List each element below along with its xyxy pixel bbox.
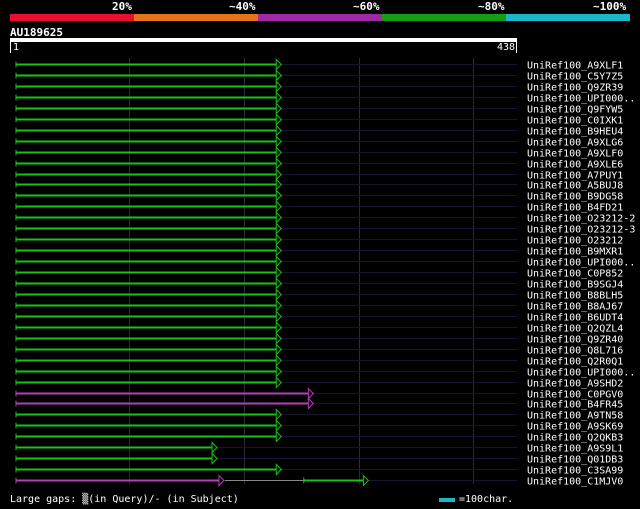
hit-end-arrow (275, 354, 282, 367)
hit-end-arrow (275, 430, 282, 443)
hit-end-arrow (307, 397, 315, 410)
hit-label: UniRef100_A9SHD2 (527, 379, 623, 390)
hit-alignment-panel: UniRef100_A9XLF1UniRef100_C5Y7Z5UniRef10… (15, 58, 635, 488)
hit-label: UniRef100_A5BUJ8 (527, 181, 623, 192)
hit-label: UniRef100_A9XLF0 (527, 149, 623, 160)
hit-end-arrow (275, 58, 282, 71)
hit-end-arrow (275, 146, 282, 159)
hit-end-arrow (275, 244, 282, 257)
hit-end-arrow (275, 124, 282, 137)
scale-label: =100char. (459, 494, 514, 505)
hit-end-arrow (275, 376, 282, 389)
hit-end-arrow (275, 408, 282, 421)
hit-label: UniRef100_B6UDT4 (527, 313, 623, 324)
hit-label: UniRef100_A9S9L1 (527, 444, 623, 455)
hit-end-arrow (275, 310, 282, 323)
hit-label: UniRef100_C3SA99 (527, 466, 623, 477)
hit-label: UniRef100_C0P852 (527, 269, 623, 280)
hit-label: UniRef100_B9SGJ4 (527, 280, 623, 291)
hit-label: UniRef100_B8AJ67 (527, 302, 623, 313)
hit-end-arrow (275, 299, 282, 312)
large-gaps-legend: Large gaps: ▒(in Query)/- (in Subject) (10, 494, 239, 505)
hit-end-arrow (275, 113, 282, 126)
hit-end-arrow (307, 387, 315, 400)
hit-label: UniRef100_Q2QZL4 (527, 324, 623, 335)
scale-bar (439, 498, 455, 502)
hit-end-arrow (275, 321, 282, 334)
hit-label: UniRef100_B9MXR1 (527, 247, 623, 258)
hit-label: UniRef100_C1MJV0 (527, 477, 623, 488)
hit-end-arrow (275, 80, 282, 93)
hit-label: UniRef100_UPI000.. (527, 368, 635, 379)
hit-label: UniRef100_Q2R0Q1 (527, 357, 623, 368)
hit-label: UniRef100_UPI000.. (527, 258, 635, 269)
hit-label: UniRef100_Q01DB3 (527, 455, 623, 466)
hit-end-arrow (275, 288, 282, 301)
hit-label: UniRef100_Q2QKB3 (527, 433, 623, 444)
hit-end-arrow (275, 332, 282, 345)
hit-end-arrow (275, 157, 282, 170)
hit-end-arrow (275, 168, 282, 181)
hit-end-arrow (218, 474, 225, 487)
hit-end-arrow (275, 463, 282, 476)
hit-label: UniRef100_Q9FYW5 (527, 105, 623, 116)
hit-end-arrow (275, 222, 282, 235)
hit-label: UniRef100_B9HEU4 (527, 127, 623, 138)
hit-end-arrow (275, 200, 282, 213)
hit-label: UniRef100_A9XLG6 (527, 138, 623, 149)
hit-end-arrow (275, 211, 282, 224)
hit-label: UniRef100_O23212 (527, 236, 623, 247)
hit-label: UniRef100_B8BLH5 (527, 291, 623, 302)
hit-end-arrow (211, 452, 218, 465)
hit-end-arrow (275, 266, 282, 279)
hit-label: UniRef100_O23212-2 (527, 214, 635, 225)
hit-label: UniRef100_A9XLE6 (527, 160, 623, 171)
hit-label: UniRef100_A9TN58 (527, 411, 623, 422)
hit-label: UniRef100_B4FR45 (527, 400, 623, 411)
hit-end-arrow (275, 178, 282, 191)
hit-label: UniRef100_A9XLF1 (527, 61, 623, 72)
hit-end-arrow (275, 189, 282, 202)
hit-label: UniRef100_A9SK69 (527, 422, 623, 433)
hit-label: UniRef100_O23212-3 (527, 225, 635, 236)
hit-end-arrow (275, 343, 282, 356)
hit-end-arrow (275, 69, 282, 82)
hit-label: UniRef100_B4FD21 (527, 203, 623, 214)
hit-label: UniRef100_C0IXK1 (527, 116, 623, 127)
hit-end-arrow (275, 233, 282, 246)
hit-label: UniRef100_UPI000.. (527, 94, 635, 105)
hit-label: UniRef100_Q9ZR39 (527, 83, 623, 94)
hit-end-arrow (275, 365, 282, 378)
hit-end-arrow (275, 102, 282, 115)
hit-end-arrow (362, 474, 370, 487)
hit-label: UniRef100_C5Y7Z5 (527, 72, 623, 83)
hit-end-arrow (275, 277, 282, 290)
hit-end-arrow (275, 419, 282, 432)
hit-end-arrow (211, 441, 218, 454)
hit-end-arrow (275, 255, 282, 268)
hit-end-arrow (275, 91, 282, 104)
hit-label: UniRef100_Q8L716 (527, 346, 623, 357)
hit-label: UniRef100_Q9ZR40 (527, 335, 623, 346)
hit-end-arrow (275, 135, 282, 148)
hit-label: UniRef100_B9DG58 (527, 192, 623, 203)
